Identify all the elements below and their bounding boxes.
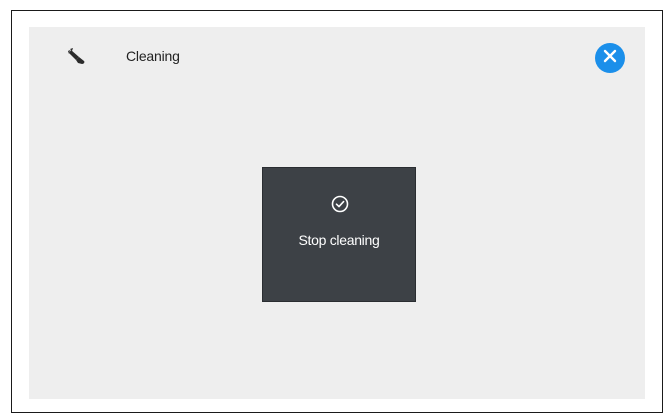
stop-cleaning-label: Stop cleaning bbox=[298, 232, 380, 248]
close-button[interactable] bbox=[595, 43, 625, 73]
check-circle-icon bbox=[331, 195, 349, 213]
page-title: Cleaning bbox=[126, 48, 180, 64]
cleaning-brush-icon bbox=[67, 48, 87, 66]
device-frame: Cleaning Stop cleaning bbox=[11, 10, 663, 413]
stop-cleaning-button[interactable]: Stop cleaning bbox=[262, 167, 416, 302]
cleaning-screen: Cleaning Stop cleaning bbox=[29, 27, 645, 399]
close-icon bbox=[603, 49, 617, 68]
